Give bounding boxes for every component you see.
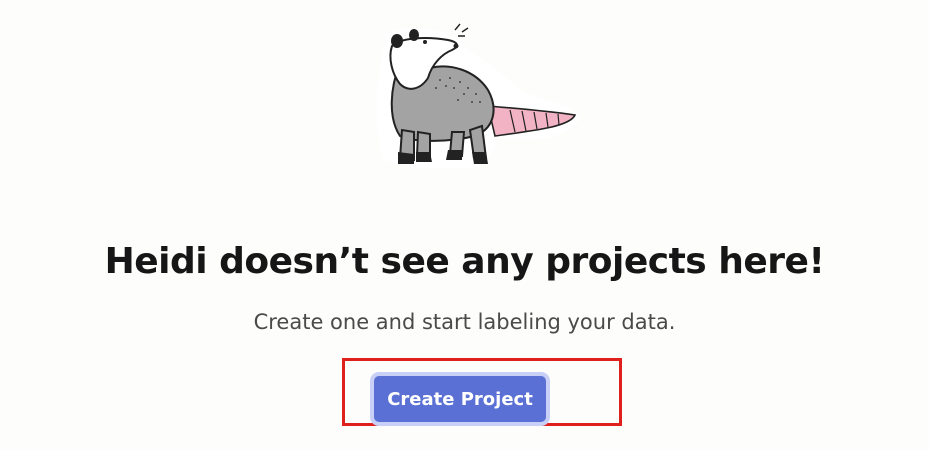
empty-projects-page: Heidi doesn’t see any projects here! Cre… <box>0 0 929 450</box>
empty-state-title: Heidi doesn’t see any projects here! <box>104 241 825 282</box>
create-project-button[interactable]: Create Project <box>370 372 550 426</box>
opossum-mascot-icon <box>377 23 580 169</box>
empty-state-subtitle: Create one and start labeling your data. <box>253 310 676 334</box>
